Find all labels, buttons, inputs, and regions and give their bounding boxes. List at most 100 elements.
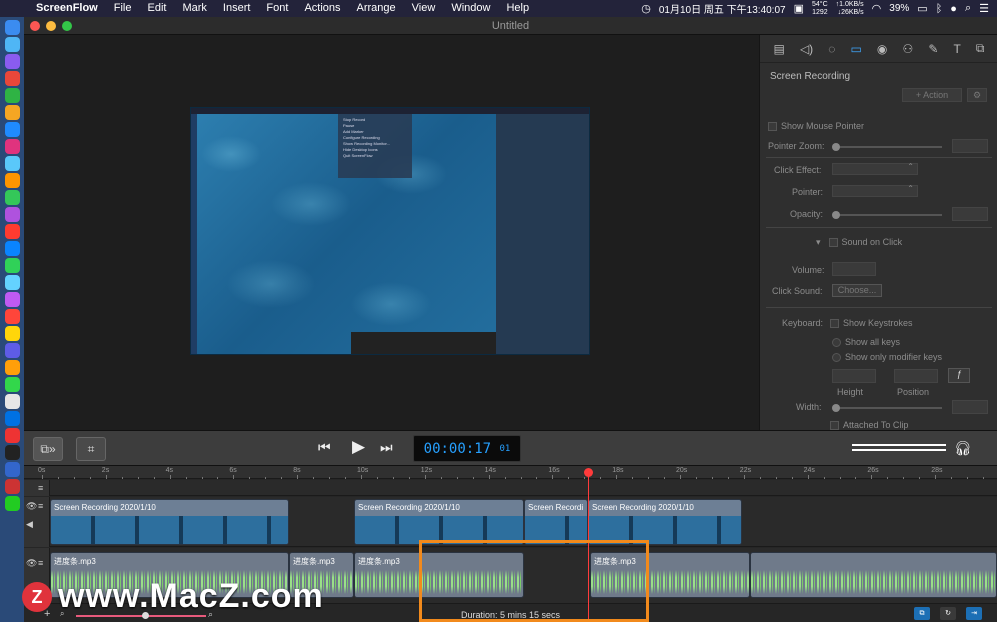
- video-clip[interactable]: Screen Recording 2020/1/10: [588, 499, 742, 545]
- fast-forward-button[interactable]: ⏭: [380, 439, 393, 456]
- attached-to-clip-row[interactable]: Attached To Clip: [830, 420, 908, 431]
- add-action-button[interactable]: + Action: [902, 88, 962, 102]
- menu-app-name[interactable]: ScreenFlow: [30, 0, 106, 17]
- dock-app-icon[interactable]: [4, 258, 20, 273]
- sensor-readout[interactable]: 54°C 1292: [812, 1, 828, 17]
- dock-app-icon[interactable]: [4, 88, 20, 103]
- dock-app-icon[interactable]: [4, 309, 20, 324]
- dock-app-icon[interactable]: [4, 71, 20, 86]
- keystroke-height-field[interactable]: [832, 369, 876, 383]
- dock-app-icon[interactable]: [4, 37, 20, 52]
- video-motion-icon[interactable]: ◌: [828, 42, 835, 56]
- track-menu-icon[interactable]: ≡: [38, 558, 43, 568]
- menu-edit[interactable]: Edit: [139, 0, 174, 17]
- track-menu-icon[interactable]: ≡: [38, 483, 43, 493]
- dock-app-icon[interactable]: [4, 360, 20, 375]
- choose-sound-button[interactable]: Choose...: [832, 284, 882, 297]
- volume-field[interactable]: [832, 262, 876, 276]
- keystroke-position-field[interactable]: [894, 369, 938, 383]
- show-keystrokes-row[interactable]: Show Keystrokes: [830, 318, 913, 329]
- play-button[interactable]: ▶: [352, 437, 365, 457]
- dock-app-icon[interactable]: [4, 394, 20, 409]
- dock-app-icon[interactable]: [4, 275, 20, 290]
- show-modifier-keys-row[interactable]: Show only modifier keys: [832, 352, 942, 363]
- bluetooth-icon[interactable]: ᛒ: [936, 3, 943, 15]
- menu-help[interactable]: Help: [498, 0, 537, 17]
- track-menu-icon[interactable]: ≡: [38, 501, 43, 511]
- keystroke-width-knob[interactable]: [832, 404, 840, 412]
- menu-arrange[interactable]: Arrange: [349, 0, 404, 17]
- battery-icon[interactable]: ▭: [917, 2, 927, 15]
- menu-view[interactable]: View: [404, 0, 444, 17]
- menu-insert[interactable]: Insert: [215, 0, 259, 17]
- playhead-handle[interactable]: [584, 468, 593, 477]
- dock-app-icon[interactable]: [4, 496, 20, 511]
- battery-percent[interactable]: 39%: [889, 3, 909, 14]
- preview-frame[interactable]: Stop Record Pause Add Marker Configure R…: [190, 107, 590, 355]
- dock-app-icon[interactable]: [4, 241, 20, 256]
- sound-on-click-checkbox[interactable]: [828, 238, 838, 248]
- pointer-zoom-knob[interactable]: [832, 143, 840, 151]
- clock-icon[interactable]: ◷: [641, 2, 651, 15]
- menu-font[interactable]: Font: [258, 0, 296, 17]
- inspector-gear-button[interactable]: ⚙: [967, 88, 987, 102]
- keystroke-width-slider[interactable]: [836, 407, 942, 409]
- dock-app-icon[interactable]: [4, 139, 20, 154]
- wifi-icon[interactable]: ◠: [872, 2, 882, 15]
- menu-actions[interactable]: Actions: [296, 0, 348, 17]
- pointer-zoom-slider[interactable]: [836, 146, 942, 148]
- snap-button[interactable]: ⧉: [914, 607, 930, 620]
- dock-app-icon[interactable]: [4, 377, 20, 392]
- attached-to-clip-checkbox[interactable]: [830, 421, 839, 431]
- dock-app-icon[interactable]: [4, 173, 20, 188]
- dock-app-icon[interactable]: [4, 122, 20, 137]
- eye-icon[interactable]: 👁︎: [26, 501, 37, 512]
- video-properties-icon[interactable]: ▤: [774, 42, 785, 56]
- touch-callout-icon[interactable]: ⚇: [902, 42, 913, 56]
- font-button[interactable]: ƒ: [948, 368, 970, 383]
- sound-on-click-row[interactable]: ▾ Sound on Click: [816, 237, 902, 248]
- dock-app-icon[interactable]: [4, 428, 20, 443]
- dock-app-icon[interactable]: [4, 343, 20, 358]
- video-clip[interactable]: Screen Recording 2020/1/10: [50, 499, 289, 545]
- show-mouse-pointer-row[interactable]: Show Mouse Pointer: [768, 121, 864, 132]
- callout-icon[interactable]: ◉: [877, 42, 887, 56]
- dock-app-icon[interactable]: [4, 20, 20, 35]
- show-modifier-keys-radio[interactable]: [832, 353, 841, 363]
- pointer-zoom-field[interactable]: [952, 139, 988, 153]
- dock-app-icon[interactable]: [4, 445, 20, 460]
- show-all-keys-row[interactable]: Show all keys: [832, 337, 900, 348]
- crop-button[interactable]: ⌗: [76, 437, 106, 461]
- dock-app-icon[interactable]: [4, 292, 20, 307]
- annotations-icon[interactable]: ✎: [928, 42, 938, 56]
- rewind-button[interactable]: ⏮: [318, 439, 331, 456]
- ripple-button[interactable]: ⇥: [966, 607, 982, 620]
- eye-icon[interactable]: 👁︎: [26, 558, 37, 569]
- audio-clip[interactable]: [750, 552, 997, 598]
- video-clip[interactable]: Screen Recordi: [524, 499, 588, 545]
- dock-app-icon[interactable]: [4, 190, 20, 205]
- headphones-icon[interactable]: 🎧︎: [954, 440, 972, 457]
- menubar-datetime[interactable]: 01月10日 周五 下午13:40:07: [659, 1, 786, 16]
- spotlight-search-icon[interactable]: ⌕: [965, 2, 971, 15]
- preview-canvas[interactable]: Stop Record Pause Add Marker Configure R…: [24, 35, 759, 430]
- dock-app-icon[interactable]: [4, 156, 20, 171]
- opacity-knob[interactable]: [832, 211, 840, 219]
- dock-app-icon[interactable]: [4, 224, 20, 239]
- menu-mark[interactable]: Mark: [174, 0, 214, 17]
- menu-file[interactable]: File: [106, 0, 140, 17]
- loop-button[interactable]: ↻: [940, 607, 956, 620]
- video-clip[interactable]: Screen Recording 2020/1/10: [354, 499, 524, 545]
- disclosure-triangle-icon[interactable]: ▾: [816, 237, 821, 247]
- dock-app-icon[interactable]: [4, 54, 20, 69]
- show-all-keys-radio[interactable]: [832, 338, 841, 348]
- display-icon[interactable]: ▣: [794, 2, 804, 15]
- opacity-field[interactable]: [952, 207, 988, 221]
- pointer-select[interactable]: [832, 184, 918, 197]
- media-library-icon[interactable]: ⧉: [976, 41, 985, 56]
- dock-app-icon[interactable]: [4, 207, 20, 222]
- media-library-toggle-button[interactable]: ⧉»: [33, 437, 63, 461]
- show-keystrokes-checkbox[interactable]: [830, 319, 839, 329]
- dock-app-icon[interactable]: [4, 479, 20, 494]
- speaker-icon[interactable]: ◀: [26, 519, 33, 530]
